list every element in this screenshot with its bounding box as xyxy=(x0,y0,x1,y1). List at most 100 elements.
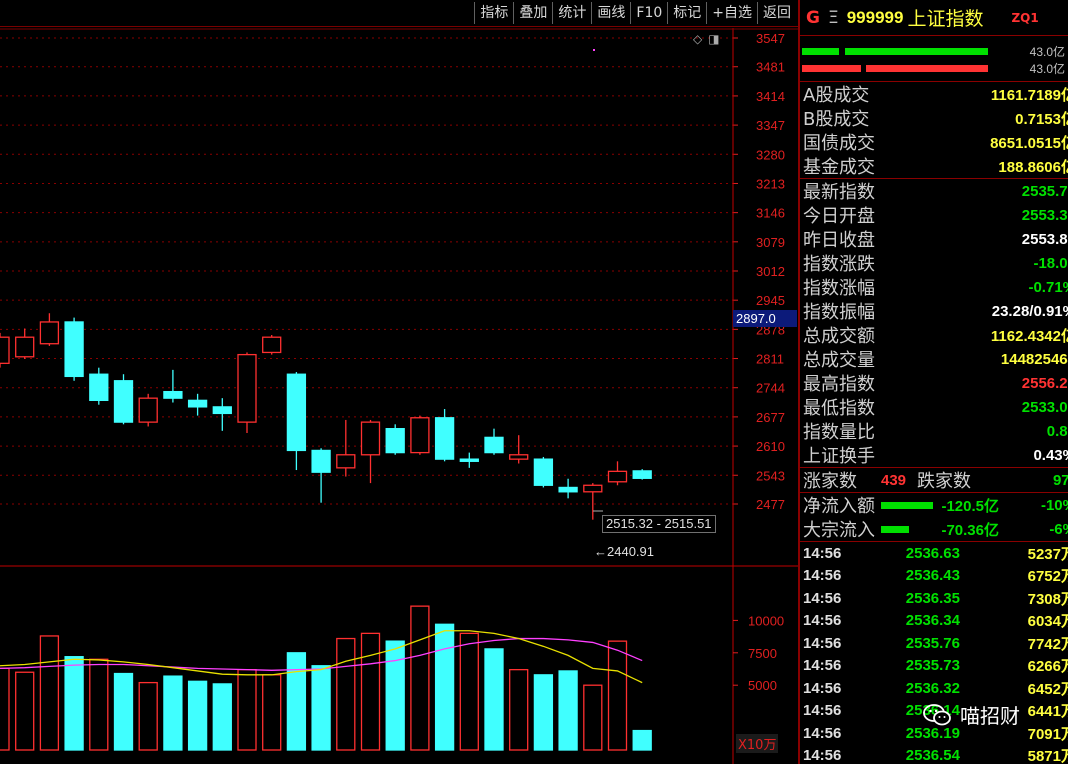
volume-bar-down xyxy=(286,652,307,751)
volume-bar-down xyxy=(187,680,208,751)
volume-bar-up xyxy=(607,640,628,751)
tick-list[interactable]: 14:56 2536.63 5237万 14:56 2536.43 6752万 14:56 2… xyxy=(800,542,1068,764)
candle-down xyxy=(459,458,479,462)
toolbar-button[interactable]: F10 xyxy=(630,2,667,24)
stat-label: 总成交量 xyxy=(803,350,875,371)
tick-row[interactable]: 14:56 2536.32 6452万 xyxy=(800,677,1068,700)
flow-bar xyxy=(881,501,933,509)
volume-bars: 43.0亿 43.0亿 xyxy=(800,36,1068,82)
volume-bar-up xyxy=(39,635,60,751)
stat-label: B股成交 xyxy=(803,109,870,130)
toolbar-button[interactable]: 标记 xyxy=(667,2,706,24)
price-tick-label: 3280 xyxy=(756,147,785,162)
zq-badge[interactable]: ZQ1 xyxy=(1011,11,1038,25)
price-tick-label: 2610 xyxy=(756,439,785,454)
price-tick-label: 3079 xyxy=(756,235,785,250)
tick-row[interactable]: 14:56 2536.43 6752万 xyxy=(800,565,1068,588)
candle-down xyxy=(89,373,109,401)
tick-row[interactable]: 14:56 2536.54 5871万 xyxy=(800,745,1068,764)
tick-volume: 7308万 xyxy=(1027,590,1068,608)
chart-mode-icons: ◇ ◨ xyxy=(693,32,726,46)
volume-bar-down xyxy=(163,675,183,751)
stat-value: 2535.77 xyxy=(1021,182,1068,200)
toolbar-button[interactable]: 返回 xyxy=(757,2,796,24)
tick-time: 14:56 xyxy=(803,657,842,675)
tick-time: 14:56 xyxy=(803,544,842,562)
price-tick-label: 3213 xyxy=(756,176,785,191)
fund-flow-row: 净流入额 -120.5亿 -10% xyxy=(800,493,1068,517)
tick-row[interactable]: 14:56 2535.73 6266万 xyxy=(800,655,1068,678)
candle-up xyxy=(0,336,10,364)
flow-label: 大宗流入 xyxy=(803,520,875,541)
candle-down xyxy=(113,380,134,423)
tick-row[interactable]: 14:56 2536.63 5237万 xyxy=(800,542,1068,565)
market-tag[interactable]: G xyxy=(806,8,820,28)
wechat-icon xyxy=(923,703,951,725)
volume-tick-label: 5000 xyxy=(748,678,777,693)
diamond-icon[interactable]: ◇ xyxy=(693,32,702,46)
volume-bar-down xyxy=(632,729,652,751)
toolbar-button[interactable]: +自选 xyxy=(706,2,757,24)
volume-bar-up xyxy=(237,668,257,751)
toolbar-button[interactable]: 统计 xyxy=(552,2,591,24)
flow-value: -120.5亿 xyxy=(941,497,999,515)
stat-row: 指数量比 0.87 xyxy=(800,419,1068,443)
candle-down xyxy=(558,486,578,493)
volume-bar-segment xyxy=(802,48,840,55)
price-tick-label: 2477 xyxy=(756,497,785,512)
volume-bar-down xyxy=(385,640,405,751)
candle-up xyxy=(360,421,381,456)
stat-row: 指数振幅 23.28/0.91% xyxy=(800,299,1068,323)
flow-label: 净流入额 xyxy=(803,496,875,517)
tick-price: 2536.43 xyxy=(905,567,960,585)
stat-value: 0.87 xyxy=(1046,422,1068,440)
stat-label: 最低指数 xyxy=(803,398,875,419)
stat-row: 今日开盘 2553.33 xyxy=(800,203,1068,227)
candle-down xyxy=(385,428,405,454)
toolbar-button[interactable]: 画线 xyxy=(591,2,630,24)
tick-price: 2536.54 xyxy=(905,747,960,764)
stat-row: 最低指数 2533.01 xyxy=(800,395,1068,419)
candle-down xyxy=(311,449,331,473)
stat-value: 2553.83 xyxy=(1021,230,1068,248)
candle-up xyxy=(509,454,529,460)
toolbar-button[interactable]: 指标 xyxy=(474,2,513,24)
tick-row[interactable]: 14:56 2535.76 7742万 xyxy=(800,632,1068,655)
flow-percent: -10% xyxy=(1040,496,1068,514)
price-tick-label: 2677 xyxy=(756,410,785,425)
stat-row: 最高指数 2556.29 xyxy=(800,371,1068,395)
tick-row[interactable]: 14:56 2536.34 6034万 xyxy=(800,610,1068,633)
price-tick-label: 2811 xyxy=(756,352,784,367)
stat-label: 指数量比 xyxy=(803,422,875,443)
candle-up xyxy=(336,454,356,469)
decline-label: 跌家数 xyxy=(917,471,971,492)
price-tick-label: 3481 xyxy=(756,60,785,75)
kline-chart[interactable]: 3547 3481 3414 3347 3280 3213 3146 3079 3012 2945… xyxy=(0,28,798,764)
tick-row[interactable]: 14:56 2536.35 7308万 xyxy=(800,587,1068,610)
stat-row: B股成交 0.7153亿 xyxy=(800,106,1068,130)
stat-label: 昨日收盘 xyxy=(803,230,875,251)
menu-icon[interactable]: Ξ xyxy=(828,8,839,28)
candle-up xyxy=(583,484,603,493)
volume-bar-up xyxy=(360,632,381,751)
advance-decline-row: 涨家数 439 跌家数 970 xyxy=(800,468,1068,492)
low-annotation: ←2440.91 xyxy=(594,544,654,559)
volume-bar-up xyxy=(459,632,479,751)
toolbar-button[interactable]: 叠加 xyxy=(513,2,552,24)
stat-label: 指数涨跌 xyxy=(803,254,875,275)
turnover-section: A股成交 1161.7189亿 B股成交 0.7153亿国债成交 8651.0515亿基… xyxy=(800,82,1068,179)
volume-bar-up xyxy=(262,674,282,751)
stat-row: 基金成交 188.8606亿 xyxy=(800,154,1068,178)
candle-down xyxy=(632,470,652,479)
fund-flow-section: 净流入额 -120.5亿 -10% 大宗流入 -70.36亿 -6% xyxy=(800,493,1068,542)
flow-value: -70.36亿 xyxy=(941,521,999,539)
stat-value: 23.28/0.91% xyxy=(991,302,1068,320)
candle-up xyxy=(15,336,35,358)
kline-chart-svg[interactable]: 3547 3481 3414 3347 3280 3213 3146 3079 3012 2945… xyxy=(0,28,798,764)
panel-header: G Ξ 999999 上证指数 ZQ1 xyxy=(800,0,1068,36)
volume-tick-label: 7500 xyxy=(748,646,777,661)
window-toggle-icon[interactable]: ◨ xyxy=(708,32,719,46)
chart-toolbar: 指标 叠加 统计 画线 F10 标记 +自选 返回 xyxy=(0,0,798,27)
volume-bar-up xyxy=(0,667,10,751)
candle-down xyxy=(64,321,84,378)
